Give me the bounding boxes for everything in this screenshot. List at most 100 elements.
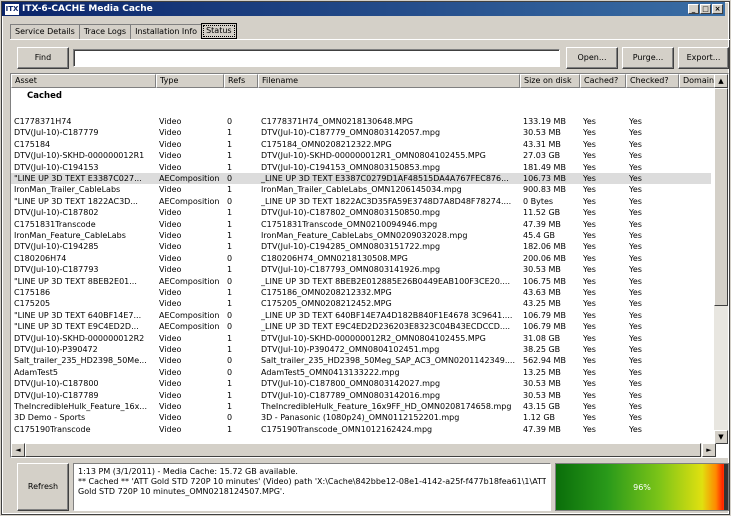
table-row[interactable]: DTV(Jul-10)-C194285 Video 1 DTV(Jul-10)-C19… bbox=[11, 241, 711, 252]
scroll-down-icon[interactable]: ▼ bbox=[714, 430, 728, 444]
asset-table[interactable]: Asset Type Refs Filename Size on disk Ca… bbox=[10, 73, 729, 458]
table-cell: AEComposition bbox=[159, 310, 220, 320]
table-cell: DTV(Jul-10)-C187793 bbox=[14, 265, 99, 275]
table-cell: 0 bbox=[227, 310, 233, 320]
refresh-button[interactable]: Refresh bbox=[17, 463, 69, 511]
table-cell: 106.75 MB bbox=[523, 276, 566, 286]
table-cell: C175186 bbox=[14, 288, 51, 297]
table-row[interactable]: 3D Demo - Sports Video 0 3D - Panasonic (10… bbox=[11, 412, 711, 423]
scroll-up-icon[interactable]: ▲ bbox=[714, 74, 728, 88]
table-row[interactable]: DTV(Jul-10)-C187800 Video 1 DTV(Jul-10)-C18… bbox=[11, 378, 711, 389]
vertical-scroll-thumb[interactable] bbox=[714, 88, 728, 306]
open-button[interactable]: Open... bbox=[566, 47, 618, 69]
table-cell: 133.19 MB bbox=[523, 117, 566, 126]
column-header-type[interactable]: Type bbox=[156, 74, 224, 88]
table-cell: 1 bbox=[227, 424, 233, 434]
table-row[interactable]: "LINE UP 3D TEXT 640BF14E7... AECompositi… bbox=[11, 310, 711, 321]
minimize-button[interactable]: _ bbox=[688, 4, 699, 14]
table-row[interactable]: DTV(Jul-10)-C187802 Video 1 DTV(Jul-10)-C18… bbox=[11, 207, 711, 218]
column-header-filename[interactable]: Filename bbox=[258, 74, 520, 88]
tab-service-details[interactable]: Service Details bbox=[10, 24, 80, 39]
column-header-asset[interactable]: Asset bbox=[11, 74, 156, 88]
table-cell: C1751831Transcode_OMN0210094946.mpg bbox=[261, 219, 438, 229]
table-cell: Yes bbox=[629, 402, 642, 411]
table-row[interactable]: "LINE UP 3D TEXT 8BEB2E01... AECompositio… bbox=[11, 276, 711, 287]
table-row[interactable]: DTV(Jul-10)-P390472 Video 1 DTV(Jul-10)-P39… bbox=[11, 344, 711, 355]
table-cell: IronMan_Feature_CableLabs bbox=[14, 231, 126, 240]
table-cell: Yes bbox=[629, 128, 642, 138]
table-cell: 0 bbox=[227, 322, 233, 332]
table-cell: Yes bbox=[629, 162, 642, 172]
horizontal-scroll-thumb[interactable] bbox=[25, 443, 701, 457]
export-button[interactable]: Export... bbox=[678, 47, 729, 69]
table-cell: Video bbox=[159, 299, 182, 309]
scroll-left-icon[interactable]: ◄ bbox=[11, 443, 25, 457]
table-row[interactable]: C1751831Transcode Video 1 C1751831Transcode… bbox=[11, 219, 711, 230]
table-row[interactable]: TheIncredibleHulk_Feature_16x... Video 1 Th… bbox=[11, 401, 711, 412]
table-cell: DTV(Jul-10)-C187789_OMN0803142016.mpg bbox=[261, 390, 441, 400]
close-button[interactable]: × bbox=[712, 4, 723, 14]
table-row[interactable]: DTV(Jul-10)-C187789 Video 1 DTV(Jul-10)-C18… bbox=[11, 390, 711, 401]
column-header-size[interactable]: Size on disk bbox=[520, 74, 580, 88]
table-cell: Video bbox=[159, 413, 182, 423]
group-header-cached: Cached bbox=[27, 91, 62, 101]
table-cell: 1 bbox=[227, 379, 233, 389]
search-input[interactable] bbox=[73, 49, 560, 67]
table-row[interactable]: C175205 Video 1 C175205_OMN0208212452.MPG 43… bbox=[11, 298, 711, 309]
table-row[interactable]: IronMan_Feature_CableLabs Video 1 IronMan_F… bbox=[11, 230, 711, 241]
table-row[interactable]: C1778371H74 Video 0 C1778371H74_OMN02181306… bbox=[11, 116, 711, 127]
window-title: ITX-6-CACHE Media Cache bbox=[22, 4, 153, 14]
table-cell: Yes bbox=[629, 117, 642, 126]
table-cell: Yes bbox=[629, 310, 642, 320]
table-row[interactable]: DTV(Jul-10)-C194153 Video 1 DTV(Jul-10)-C19… bbox=[11, 162, 711, 173]
maximize-button[interactable]: □ bbox=[700, 4, 711, 14]
table-cell: "LINE UP 3D TEXT E9C4ED2D... bbox=[14, 322, 139, 332]
table-row[interactable]: Salt_trailer_235_HD2398_50Me... Video 0 Sal… bbox=[11, 355, 711, 366]
table-cell: 30.53 MB bbox=[523, 265, 561, 275]
table-row[interactable]: C175186 Video 1 C175186_OMN0208212332.MPG 43… bbox=[11, 287, 711, 298]
table-row[interactable]: "LINE UP 3D TEXT E9C4ED2D... AECompositio… bbox=[11, 321, 711, 332]
table-row[interactable]: C180206H74 Video 0 C180206H74_OMN0218130508… bbox=[11, 253, 711, 264]
tab-trace-logs[interactable]: Trace Logs bbox=[78, 24, 132, 39]
table-cell: C175184 bbox=[14, 139, 51, 149]
table-cell: 13.25 MB bbox=[523, 367, 561, 377]
column-header-checked[interactable]: Checked? bbox=[626, 74, 679, 88]
table-row[interactable]: C175190Transcode Video 1 C175190Transcode_O… bbox=[11, 424, 711, 435]
tab-installation-info[interactable]: Installation Info bbox=[130, 24, 203, 39]
find-button[interactable]: Find bbox=[17, 47, 69, 69]
title-bar[interactable]: ITX ITX-6-CACHE Media Cache _ □ × bbox=[2, 2, 725, 16]
column-header-refs[interactable]: Refs bbox=[224, 74, 258, 88]
table-cell: Yes bbox=[583, 139, 596, 149]
table-cell: DTV(Jul-10)-C194285 bbox=[14, 242, 99, 252]
purge-button[interactable]: Purge... bbox=[622, 47, 674, 69]
table-row[interactable]: "LINE UP 3D TEXT 1822AC3D... AECompositio… bbox=[11, 196, 711, 207]
scroll-right-icon[interactable]: ► bbox=[702, 443, 716, 457]
tab-status[interactable]: Status bbox=[201, 23, 237, 39]
table-cell: 0 bbox=[227, 117, 233, 126]
table-cell: 31.08 GB bbox=[523, 333, 561, 343]
vertical-scrollbar[interactable]: ▲ ▼ bbox=[714, 74, 728, 444]
table-row[interactable]: DTV(Jul-10)-SKHD-000000012R2 Video 1 DTV(Ju… bbox=[11, 333, 711, 344]
table-cell: TheIncredibleHulk_Feature_16x9FF_HD_OMN0… bbox=[261, 402, 512, 411]
table-row[interactable]: DTV(Jul-10)-C187779 Video 1 DTV(Jul-10)-C18… bbox=[11, 127, 711, 138]
table-cell: Salt_trailer_235_HD2398_50Meg_SAP_AC3_OM… bbox=[261, 356, 515, 366]
table-cell: DTV(Jul-10)-C187789 bbox=[14, 390, 99, 400]
table-cell: Video bbox=[159, 288, 182, 297]
table-cell: Video bbox=[159, 242, 182, 252]
table-cell: C1778371H74 bbox=[14, 117, 72, 126]
column-header-domain[interactable]: Domain bbox=[679, 74, 716, 88]
table-row[interactable]: "LINE UP 3D TEXT E3387C027... AECompositi… bbox=[11, 173, 711, 184]
table-row[interactable]: C175184 Video 1 C175184_OMN0208212322.MPG 43… bbox=[11, 139, 711, 150]
table-cell: AdamTest5_OMN0413133222.mpg bbox=[261, 367, 400, 377]
table-cell: Yes bbox=[583, 345, 596, 354]
column-header-cached[interactable]: Cached? bbox=[580, 74, 626, 88]
table-cell: Yes bbox=[583, 379, 596, 389]
table-row[interactable]: AdamTest5 Video 0 AdamTest5_OMN0413133222.m… bbox=[11, 367, 711, 378]
table-cell: 1 bbox=[227, 128, 233, 138]
horizontal-scrollbar[interactable]: ◄ ► bbox=[11, 443, 716, 457]
table-row[interactable]: DTV(Jul-10)-C187793 Video 1 DTV(Jul-10)-C18… bbox=[11, 264, 711, 275]
table-row[interactable]: IronMan_Trailer_CableLabs Video 1 IronMan_T… bbox=[11, 184, 711, 195]
table-cell: 0 bbox=[227, 196, 233, 206]
table-row[interactable]: DTV(Jul-10)-SKHD-000000012R1 Video 1 DTV(Ju… bbox=[11, 150, 711, 161]
table-cell: 1 bbox=[227, 219, 233, 229]
